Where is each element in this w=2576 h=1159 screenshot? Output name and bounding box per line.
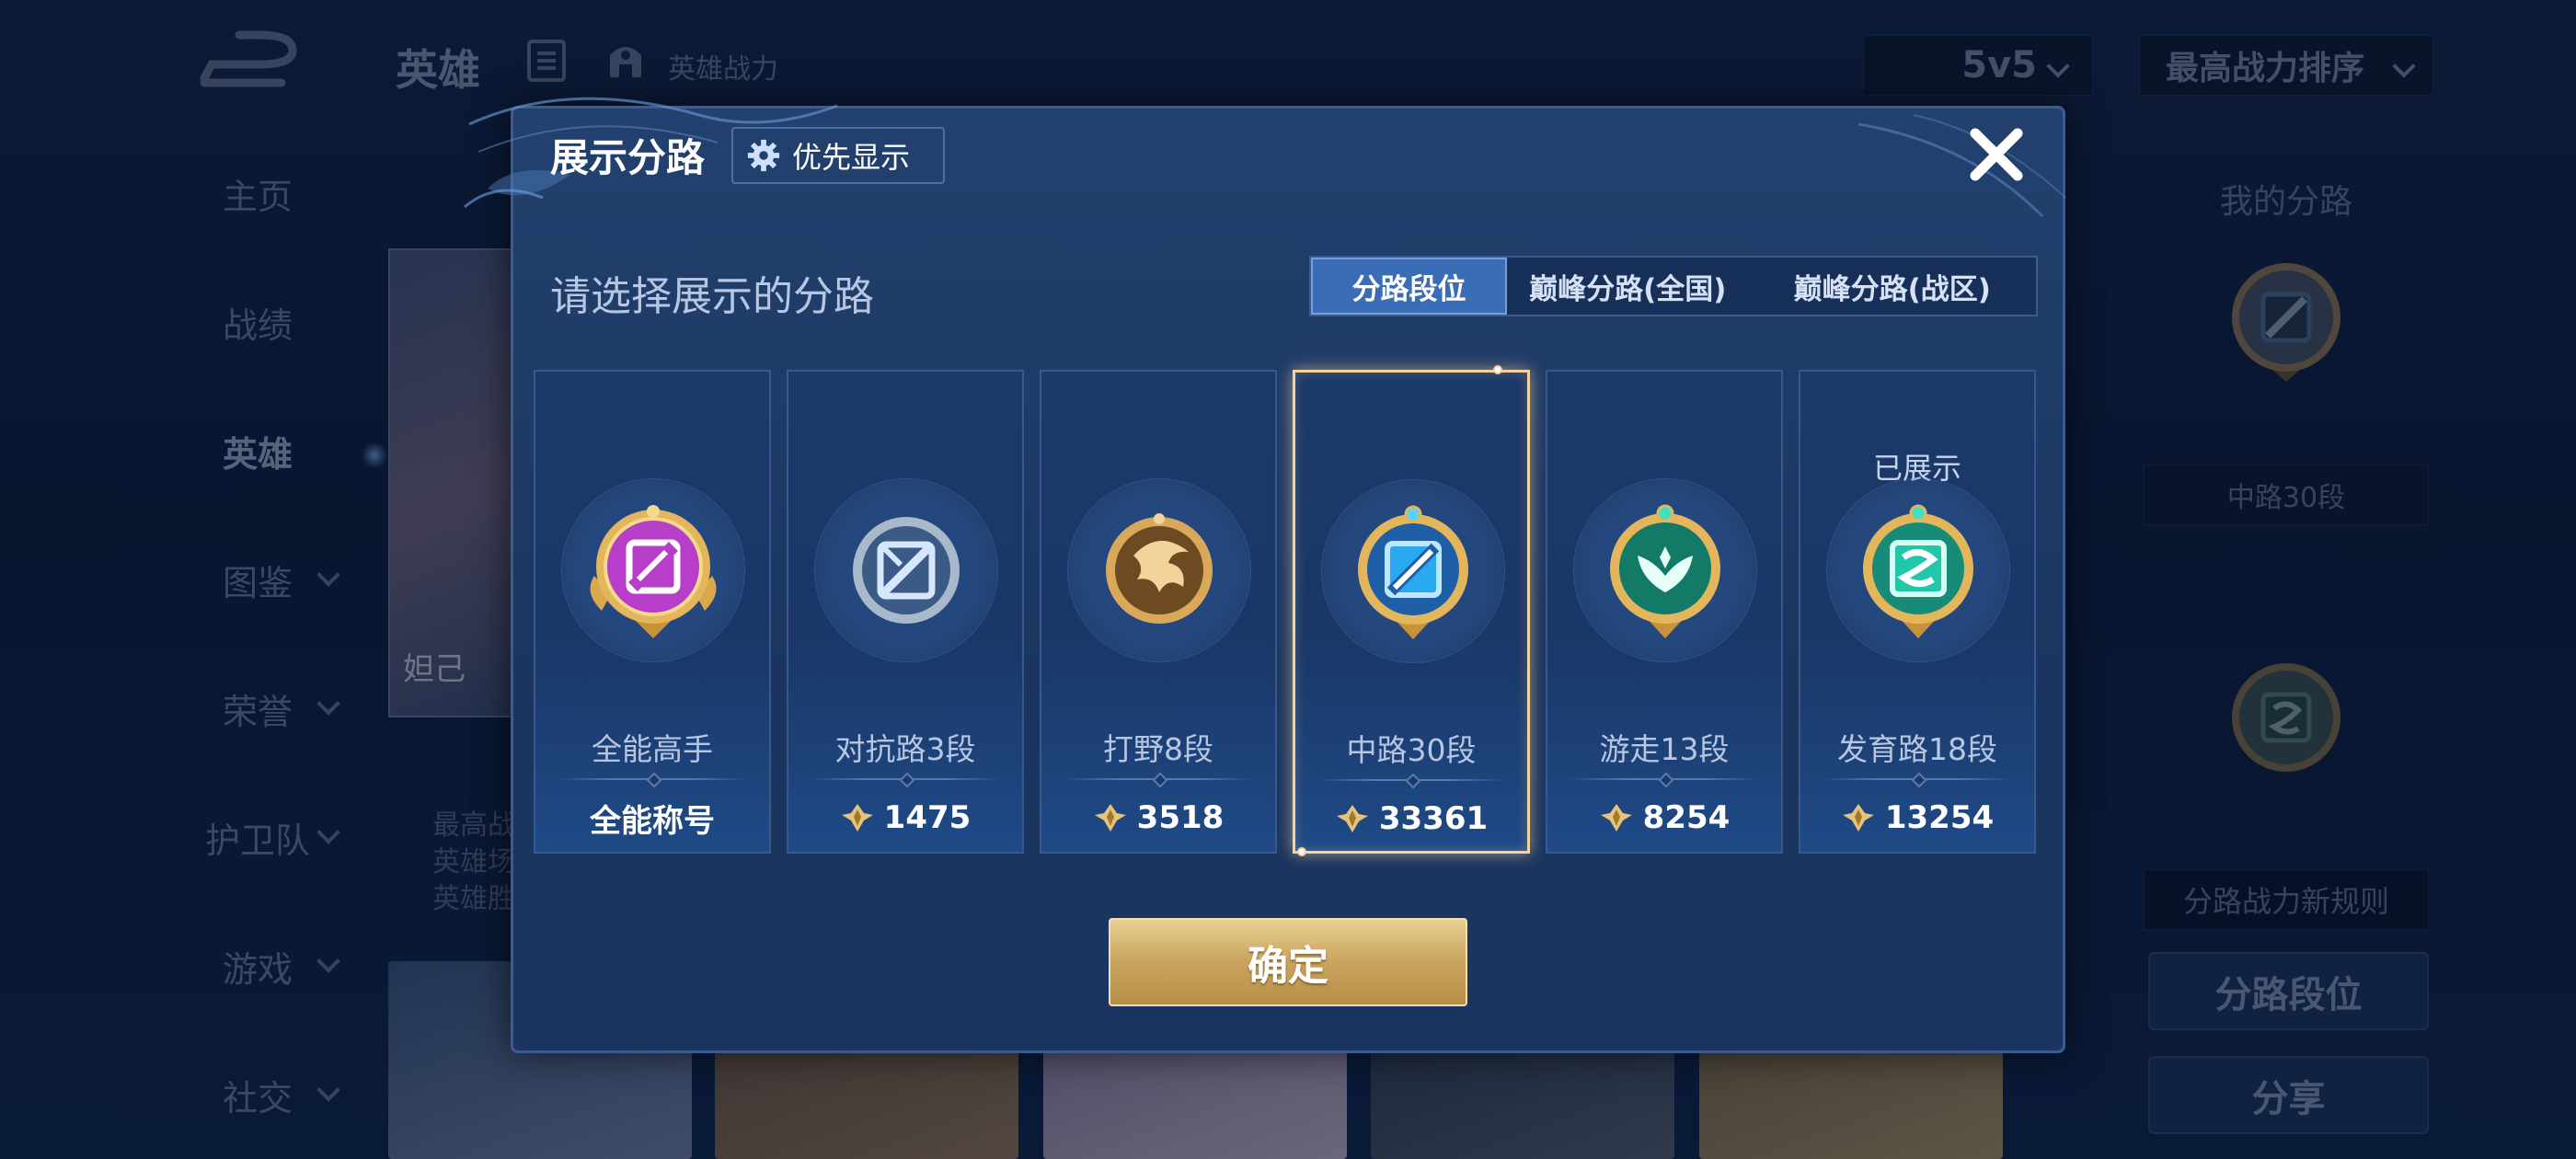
roam-emblem-icon [1610, 504, 1720, 638]
modal-subtitle: 请选择展示的分路 [550, 273, 874, 320]
selection-corner-dot [1297, 847, 1306, 856]
tab-peak-region[interactable]: 巅峰分路(战区) [1749, 258, 2036, 315]
modal-title: 展示分路 [550, 135, 706, 180]
divider [1570, 778, 1759, 780]
lane-rank-label: 对抗路3段 [834, 731, 976, 767]
lane-score-value: 8254 [1642, 799, 1731, 836]
lane-score: 3518 [1041, 795, 1275, 841]
lane-rank-label: 中路30段 [1346, 732, 1477, 768]
gear-icon [747, 139, 780, 172]
power-icon [1094, 804, 1126, 832]
lane-score-value: 全能称号 [590, 802, 715, 840]
divider [811, 778, 1000, 780]
lane-score-value: 1475 [883, 799, 972, 836]
lane-score-value: 3518 [1136, 799, 1225, 836]
power-icon [1336, 805, 1368, 832]
selection-corner-dot [1493, 365, 1502, 374]
lane-score-value: 13254 [1884, 799, 1995, 836]
lane-card-farm[interactable]: 已展示 发育路18段 13254 [1799, 370, 2036, 854]
lane-rank-label: 打野8段 [1103, 731, 1213, 767]
divider [1823, 778, 2012, 780]
lane-rank-label: 游走13段 [1599, 731, 1730, 767]
lane-card-all-round[interactable]: 全能高手 全能称号 [534, 370, 771, 854]
lane-score: 8254 [1547, 795, 1781, 841]
divider [1064, 778, 1253, 780]
priority-display-label: 优先显示 [792, 140, 911, 175]
lane-score: 13254 [1800, 795, 2034, 841]
mid-lane-emblem-icon [1358, 505, 1468, 639]
lane-card-jungle[interactable]: 打野8段 3518 [1040, 370, 1277, 854]
lane-score-value: 33361 [1378, 800, 1489, 837]
lane-card-mid[interactable]: 中路30段 33361 [1293, 370, 1530, 854]
power-icon [841, 804, 873, 832]
power-icon [1600, 804, 1632, 832]
divider [558, 778, 747, 780]
divider [1317, 779, 1505, 781]
lane-card-list: 全能高手 全能称号 对抗路3段 1475 打野8段 3518 中路30段 333… [534, 365, 2042, 856]
close-icon[interactable] [1964, 122, 2029, 187]
confirm-button[interactable]: 确定 [1109, 918, 1467, 1006]
tab-lane-rank[interactable]: 分路段位 [1311, 258, 1507, 315]
all-round-emblem-icon [590, 505, 717, 638]
lane-category-tabs: 分路段位 巅峰分路(全国) 巅峰分路(战区) [1309, 256, 2038, 316]
farm-lane-emblem-icon [1863, 504, 1973, 638]
lane-score: 1475 [788, 795, 1022, 841]
lane-card-roam[interactable]: 游走13段 8254 [1546, 370, 1783, 854]
power-icon [1842, 804, 1874, 832]
lane-rank-label: 全能高手 [592, 731, 713, 767]
lane-card-clash[interactable]: 对抗路3段 1475 [787, 370, 1024, 854]
lane-title-value: 全能称号 [535, 795, 769, 841]
lane-rank-label: 发育路18段 [1837, 731, 1997, 767]
priority-display-button[interactable]: 优先显示 [731, 127, 945, 184]
clash-lane-emblem-icon [853, 517, 960, 624]
tab-peak-national[interactable]: 巅峰分路(全国) [1507, 258, 1749, 315]
lane-score: 33361 [1295, 796, 1527, 842]
jungle-emblem-icon [1106, 513, 1213, 624]
